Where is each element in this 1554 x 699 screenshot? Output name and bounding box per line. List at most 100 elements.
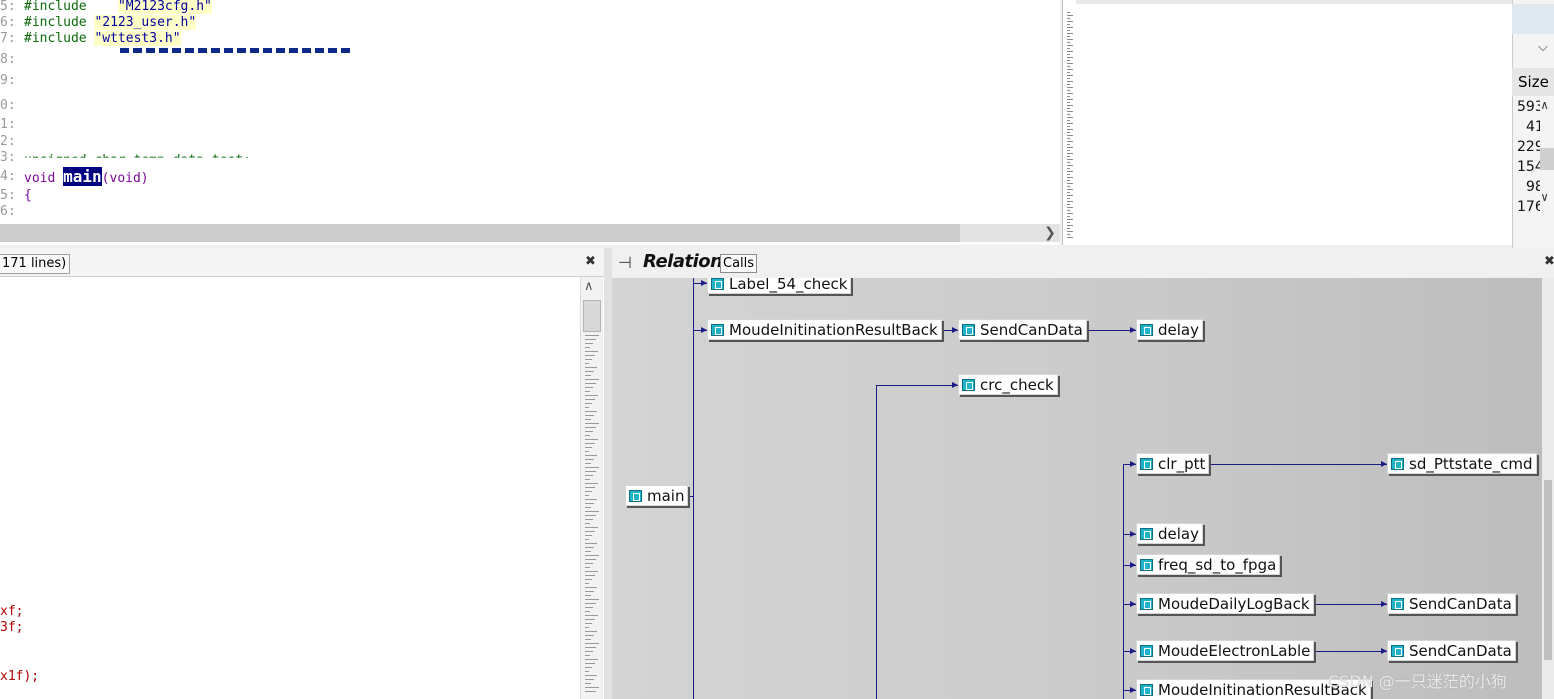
call-node-delay[interactable]: delay [1136, 523, 1203, 544]
ruler-mark [1067, 75, 1073, 76]
file-view-scroll-thumb[interactable] [583, 300, 601, 332]
ruler-mark [1067, 129, 1073, 130]
ruler-mark [1067, 228, 1070, 229]
call-graph-scroll-thumb[interactable] [1544, 480, 1552, 660]
line-number: 6: [0, 15, 16, 30]
call-node-moude-init[interactable]: MoudeInitinationResultBack [707, 319, 942, 340]
chevron-down-icon[interactable]: ⌵ [1538, 40, 1548, 55]
scroll-mark [585, 403, 592, 404]
scroll-mark [585, 427, 596, 428]
call-node-label-54-check[interactable]: Label_54_check [707, 278, 852, 294]
call-node-main[interactable]: main [625, 485, 689, 506]
line-number: 6: [0, 204, 16, 219]
scroll-mark [585, 643, 599, 644]
overview-ruler[interactable] [1062, 0, 1077, 245]
code-line: #include "M2123cfg.h" [24, 0, 212, 15]
call-node-sendcandata[interactable]: SendCanData [1387, 593, 1516, 614]
preprocessor-keyword: #include [24, 0, 87, 14]
scroll-down-arrow-icon[interactable]: ∨ [1541, 190, 1548, 204]
ruler-mark [1067, 93, 1073, 94]
file-view-pane[interactable] [0, 248, 608, 699]
ruler-mark [1067, 87, 1073, 88]
scroll-mark [585, 579, 592, 580]
scroll-mark [585, 599, 599, 600]
ruler-mark [1067, 207, 1073, 208]
call-node-delay[interactable]: delay [1136, 319, 1203, 340]
code-line: #include "wttest3.h" [24, 31, 181, 47]
scroll-up-arrow-icon[interactable]: ∧ [1541, 98, 1548, 112]
call-node-moude-daily-log-back[interactable]: MoudeDailyLogBack [1136, 593, 1314, 614]
ruler-mark [1067, 33, 1073, 34]
scroll-mark [585, 399, 595, 400]
call-node-crc-check[interactable]: crc_check [958, 374, 1058, 395]
scroll-mark [585, 475, 593, 476]
call-node-sendcandata[interactable]: SendCanData [1387, 640, 1516, 661]
close-icon[interactable]: ✖ [1544, 254, 1554, 269]
scroll-mark [585, 663, 595, 664]
ruler-mark [1067, 57, 1073, 58]
ruler-mark [1067, 60, 1070, 61]
scroll-mark [585, 335, 599, 336]
scroll-mark [585, 651, 593, 652]
ruler-mark [1067, 111, 1073, 112]
scroll-mark [585, 507, 591, 508]
scroll-mark [585, 483, 598, 484]
ruler-mark [1067, 195, 1073, 196]
size-list-scroll-thumb[interactable] [1540, 148, 1554, 170]
scroll-mark [585, 415, 594, 416]
scroll-mark [585, 539, 589, 540]
close-icon[interactable]: ✖ [585, 254, 596, 269]
ruler-mark [1067, 216, 1070, 217]
scroll-mark [585, 451, 589, 452]
call-node-freq-sd-to-fpga[interactable]: freq_sd_to_fpga [1136, 554, 1281, 575]
code-editor[interactable]: 5: #include "M2123cfg.h" 6: #include "2123_… [0, 0, 1060, 245]
selected-function-name: main [63, 167, 102, 186]
tab-calls[interactable]: Calls [720, 254, 758, 273]
scroll-mark [585, 603, 596, 604]
node-label: delay [1158, 525, 1199, 543]
scroll-mark [585, 647, 596, 648]
ruler-mark [1067, 123, 1073, 124]
ruler-mark [1067, 177, 1073, 178]
node-label: delay [1158, 321, 1199, 339]
ruler-mark [1067, 126, 1070, 127]
ruler-mark [1067, 138, 1070, 139]
scroll-mark [585, 591, 594, 592]
scroll-mark [585, 567, 590, 568]
edge [1123, 464, 1124, 699]
ruler-mark [1067, 150, 1070, 151]
ruler-mark [1067, 117, 1073, 118]
edge [693, 278, 694, 699]
ruler-mark [1067, 24, 1070, 25]
ruler-mark [1067, 90, 1070, 91]
ruler-mark [1067, 132, 1070, 133]
call-node-moude-electron-lable[interactable]: MoudeElectronLable [1136, 640, 1315, 661]
scroll-up-arrow-icon[interactable]: ∧ [584, 279, 594, 294]
ruler-mark [1067, 159, 1073, 160]
ruler-mark [1067, 72, 1070, 73]
ruler-mark [1067, 42, 1070, 43]
call-node-sendcandata[interactable]: SendCanData [958, 319, 1087, 340]
brace: { [24, 188, 32, 203]
code-line: #include "2123_user.h" [24, 15, 197, 31]
node-label: freq_sd_to_fpga [1158, 556, 1277, 574]
call-node-sd-pttstate-cmd[interactable]: sd_Pttstate_cmd [1387, 453, 1537, 474]
node-label: MoudeInitinationResultBack [729, 321, 938, 339]
call-graph-canvas[interactable]: main Label_54_check MoudeInitinationResu… [612, 278, 1542, 699]
file-view-title-bar [0, 248, 608, 277]
scroll-mark [585, 523, 590, 524]
scroll-mark [585, 559, 596, 560]
scroll-mark [585, 371, 594, 372]
include-path: "M2123cfg.h" [117, 0, 212, 14]
edge [876, 385, 877, 699]
pane-splitter[interactable] [604, 248, 612, 699]
size-column-header[interactable]: Size [1512, 68, 1554, 96]
scroll-right-arrow-icon[interactable]: ❯ [1042, 224, 1058, 242]
editor-hscroll-thumb[interactable] [0, 224, 960, 242]
call-node-clr-ptt[interactable]: clr_ptt [1136, 453, 1210, 474]
preprocessor-keyword: #include [24, 31, 87, 46]
relation-tree-icon[interactable]: ⊣ [618, 253, 632, 272]
return-type: void [24, 171, 56, 186]
line-number: 2: [0, 134, 16, 149]
